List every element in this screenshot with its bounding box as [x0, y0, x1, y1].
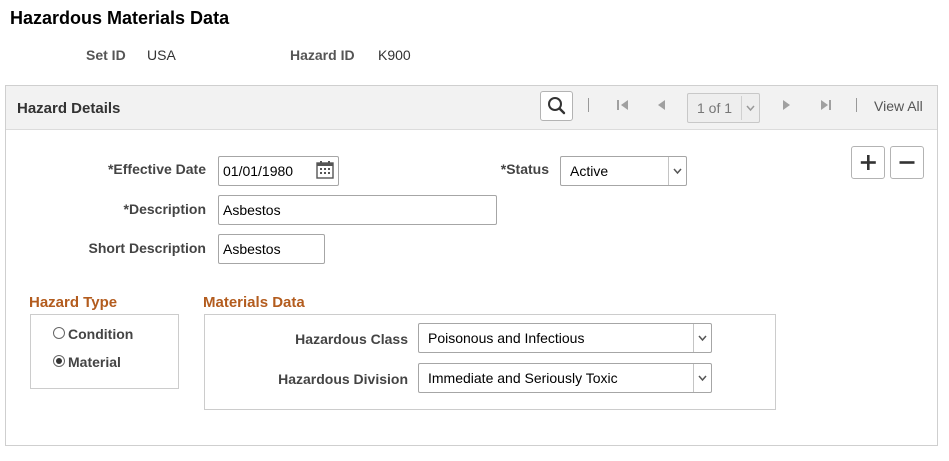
hazardous-division-select[interactable]: Immediate and Seriously Toxic [418, 363, 712, 393]
hazardous-class-dropdown-arrow[interactable] [693, 324, 711, 352]
nav-separator [856, 98, 857, 112]
panel-title: Hazard Details [17, 100, 121, 117]
hazard-type-material-label[interactable]: Material [68, 354, 121, 370]
delete-row-button[interactable] [890, 146, 924, 179]
previous-page-button[interactable] [655, 97, 669, 113]
set-id-value: USA [147, 47, 176, 63]
calendar-button[interactable] [316, 160, 334, 180]
status-dropdown-arrow[interactable] [668, 157, 686, 185]
plus-icon [860, 155, 876, 170]
set-id-label: Set ID [86, 47, 126, 63]
hazard-id-label: Hazard ID [290, 47, 355, 63]
last-page-icon [821, 100, 831, 110]
add-row-button[interactable] [851, 146, 885, 179]
hazardous-class-select[interactable]: Poisonous and Infectious [418, 323, 712, 353]
chevron-down-icon [698, 335, 707, 342]
search-icon [548, 97, 566, 115]
chevron-down-icon [746, 105, 755, 112]
page-selector-dropdown[interactable] [741, 96, 759, 120]
hazardous-division-value: Immediate and Seriously Toxic [428, 370, 618, 386]
search-button[interactable] [540, 91, 573, 121]
page-indicator: 1 of 1 [697, 100, 733, 116]
first-page-button[interactable] [616, 97, 630, 113]
short-description-label: Short Description [88, 240, 206, 256]
status-label: *Status [500, 161, 549, 177]
hazardous-class-value: Poisonous and Infectious [428, 330, 585, 346]
hazard-id-value: K900 [378, 47, 411, 63]
chevron-down-icon [698, 375, 707, 382]
hazardous-class-label: Hazardous Class [295, 331, 408, 347]
hazard-type-condition-label[interactable]: Condition [68, 326, 133, 342]
panel-header: Hazard Details 1 of 1 View All [6, 86, 937, 130]
hazardous-division-dropdown-arrow[interactable] [693, 364, 711, 392]
effective-date-label: *Effective Date [107, 161, 206, 177]
next-page-button[interactable] [779, 97, 793, 113]
next-page-icon [783, 100, 790, 110]
description-input[interactable] [218, 195, 497, 225]
nav-separator [588, 98, 589, 112]
page-selector[interactable]: 1 of 1 [687, 93, 760, 123]
previous-page-icon [658, 100, 665, 110]
chevron-down-icon [673, 168, 682, 175]
description-label: *Description [123, 201, 206, 217]
hazard-type-title: Hazard Type [29, 294, 118, 311]
page-title: Hazardous Materials Data [10, 8, 230, 28]
last-page-button[interactable] [819, 97, 833, 113]
calendar-icon [316, 161, 334, 179]
view-all-link[interactable]: View All [874, 98, 923, 114]
materials-data-title: Materials Data [203, 294, 305, 311]
hazardous-division-label: Hazardous Division [278, 371, 408, 387]
hazard-type-condition-radio[interactable] [53, 327, 65, 339]
minus-icon [899, 161, 915, 164]
status-select[interactable]: Active [560, 156, 687, 186]
hazard-type-material-radio[interactable] [53, 355, 65, 367]
short-description-input[interactable] [218, 234, 325, 264]
status-value: Active [570, 163, 609, 179]
first-page-icon [617, 100, 628, 110]
